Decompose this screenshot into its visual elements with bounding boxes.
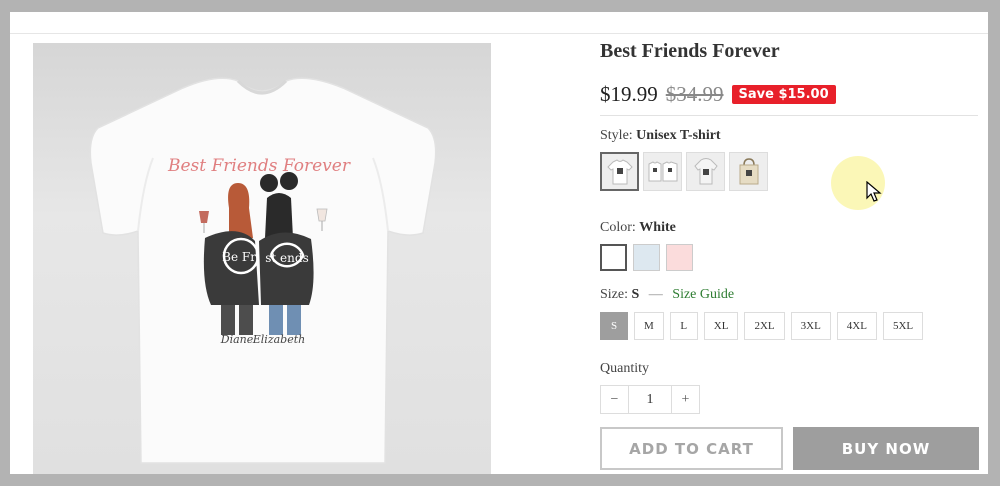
color-label: Color: White [600,220,676,236]
style-option-tote-bag[interactable] [729,152,768,191]
jacket-text-right: st ends [265,251,308,265]
size-separator: — [648,287,663,302]
size-option-4xl[interactable]: 4XL [836,312,877,340]
size-option-s[interactable]: S [600,312,628,340]
color-swatch-white[interactable] [600,244,627,271]
size-option-5xl[interactable]: 5XL [882,312,924,340]
size-option-3xl[interactable]: 3XL [790,312,831,340]
price-divider [600,115,978,116]
size-option-l[interactable]: L [669,312,698,340]
quantity-input[interactable]: 1 [628,386,672,413]
color-options [600,244,693,271]
quantity-stepper: − 1 + [600,385,700,414]
style-option-unisex-tshirt[interactable] [600,152,639,191]
size-guide-link[interactable]: Size Guide [672,287,734,302]
quantity-label: Quantity [600,361,649,376]
jacket-text-left: Be Fri [222,250,260,264]
style-label-text: Style: [600,128,633,143]
compare-price: $34.99 [665,82,724,106]
size-selected: S [631,287,640,302]
size-option-2xl[interactable]: 2XL [744,312,785,340]
size-label: Size: S — Size Guide [600,287,734,303]
product-image[interactable]: Best Friends Forever Be Fri st ends Dian… [33,43,491,474]
size-option-m[interactable]: M [634,312,664,340]
quantity-decrease-button[interactable]: − [601,386,628,413]
product-info: Best Friends Forever $19.99 $34.99 Save … [600,12,979,474]
mouse-pointer-icon [866,181,882,202]
style-option-tshirt-pair[interactable] [643,152,682,191]
style-selected: Unisex T-shirt [636,128,721,143]
style-options [600,152,768,191]
t-shirt-pair-icon [648,160,677,181]
sale-price: $19.99 [600,82,658,106]
color-selected: White [639,220,676,235]
hoodie-icon [693,157,718,184]
add-to-cart-button[interactable]: ADD TO CART [600,427,783,470]
quantity-increase-button[interactable]: + [672,386,699,413]
save-badge: Save $15.00 [731,85,836,104]
size-option-xl[interactable]: XL [703,312,739,340]
name-left: Diane [220,333,254,346]
price-row: $19.99 $34.99 Save $15.00 [600,82,836,107]
product-title: Best Friends Forever [600,40,780,62]
color-swatch-light-blue[interactable] [633,244,660,271]
shirt-heading: Best Friends Forever [167,156,351,176]
size-label-text: Size: [600,287,628,302]
color-swatch-light-pink[interactable] [666,244,693,271]
t-shirt-icon [606,158,633,184]
tote-bag-icon [739,157,758,184]
color-label-text: Color: [600,220,636,235]
style-option-hoodie[interactable] [686,152,725,191]
style-label: Style: Unisex T-shirt [600,128,721,144]
product-page: Best Friends Forever Be Fri st ends Dian… [10,12,988,474]
buy-now-button[interactable]: BUY NOW [793,427,979,470]
name-right: Elizabeth [252,333,305,346]
t-shirt-illustration: Best Friends Forever Be Fri st ends Dian… [89,77,437,464]
size-options: S M L XL 2XL 3XL 4XL 5XL [600,312,924,340]
